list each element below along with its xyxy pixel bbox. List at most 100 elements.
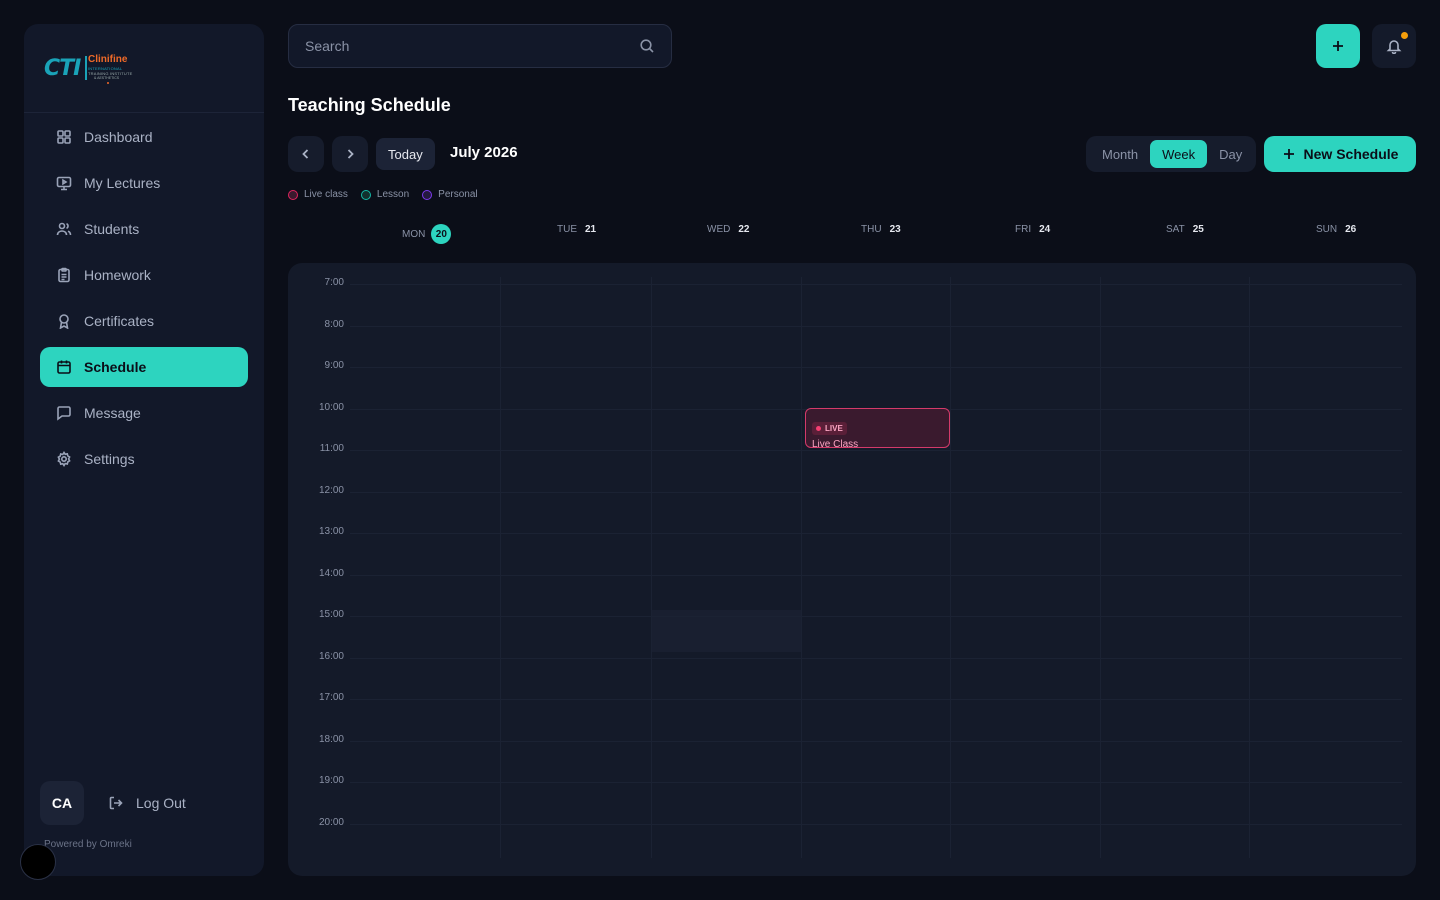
- hour-line: [350, 782, 1402, 783]
- sidebar-item-message[interactable]: Message: [40, 393, 248, 433]
- day-column-divider: [500, 277, 501, 858]
- sidebar-item-label: Students: [84, 221, 140, 237]
- legend-item: Live class: [288, 189, 348, 200]
- hour-line: [350, 574, 1402, 576]
- hour-label: 18:00: [318, 733, 344, 745]
- event-title: Live Class: [812, 438, 859, 448]
- day-of-week: SUN: [1316, 224, 1338, 235]
- hour-line: [350, 740, 1402, 742]
- sidebar-item-label: Dashboard: [84, 129, 153, 145]
- hour-line: [350, 491, 1402, 493]
- prev-week-button[interactable]: [288, 136, 324, 172]
- next-week-button[interactable]: [332, 136, 368, 172]
- hour-label: 20:00: [318, 816, 344, 828]
- hour-line: [350, 823, 1402, 825]
- legend-dot: [422, 189, 433, 200]
- hour-line: [350, 699, 1402, 700]
- sidebar-item-label: Settings: [84, 451, 135, 467]
- chevron-left-icon: [302, 149, 309, 159]
- sidebar-item-settings[interactable]: Settings: [40, 439, 248, 479]
- sidebar-item-certificates[interactable]: Certificates: [40, 301, 248, 341]
- new-schedule-button[interactable]: New Schedule: [1264, 136, 1416, 172]
- day-number: 21: [585, 224, 597, 235]
- chevron-right-icon: [347, 149, 354, 159]
- hour-label: 8:00: [324, 318, 344, 330]
- view-week-button[interactable]: Week: [1150, 140, 1208, 168]
- legend-label: Personal: [438, 189, 478, 200]
- hour-line: [350, 657, 1402, 659]
- view-day-button[interactable]: Day: [1207, 140, 1254, 168]
- sidebar-item-my-lectures[interactable]: My Lectures: [40, 163, 248, 203]
- hour-label: 15:00: [318, 609, 344, 620]
- legend: Live class Lesson Personal: [288, 189, 491, 200]
- day-of-week: TUE: [557, 224, 577, 235]
- users-icon: [56, 221, 72, 237]
- logo-name: Clinifine: [88, 54, 128, 65]
- user-row: CA Log Out: [40, 781, 186, 825]
- day-of-week: SAT: [1166, 224, 1185, 235]
- hour-label: 7:00: [324, 277, 344, 288]
- logout-label: Log Out: [136, 795, 186, 811]
- legend-label: Lesson: [376, 189, 410, 200]
- sidebar-item-students[interactable]: Students: [40, 209, 248, 249]
- avatar[interactable]: CA: [40, 781, 84, 825]
- new-schedule-label: New Schedule: [1303, 146, 1399, 162]
- live-badge: LIVE: [812, 421, 847, 435]
- day-column-divider: [950, 277, 951, 858]
- hour-line: [350, 533, 1402, 534]
- day-number: 20: [431, 224, 452, 244]
- view-month-button[interactable]: Month: [1090, 140, 1150, 168]
- monitor-play-icon: [56, 175, 72, 191]
- legend-item: Personal: [422, 189, 478, 200]
- logout-button[interactable]: Log Out: [108, 795, 186, 811]
- day-header[interactable]: FRI 24: [1015, 224, 1050, 235]
- search-input[interactable]: [305, 38, 639, 54]
- sidebar-item-label: Homework: [84, 267, 151, 283]
- hour-label: 11:00: [319, 443, 344, 454]
- logo-dot: [107, 82, 109, 84]
- day-number: 22: [738, 224, 750, 235]
- quick-add-button[interactable]: [1316, 24, 1360, 68]
- legend-dot: [360, 189, 371, 200]
- sidebar-nav: Dashboard My Lectures Students Homework …: [40, 117, 248, 485]
- day-header[interactable]: WED 22: [707, 224, 749, 235]
- day-number: 24: [1039, 224, 1051, 235]
- logo[interactable]: CTI Clinifine INTERNATIONAL TRAINING INS…: [24, 24, 264, 113]
- day-number: 26: [1345, 224, 1357, 235]
- day-header[interactable]: SUN 26: [1316, 224, 1356, 235]
- hour-label: 13:00: [318, 526, 344, 537]
- grid-icon: [56, 129, 72, 145]
- floating-action-dot[interactable]: [20, 844, 56, 880]
- sidebar-item-dashboard[interactable]: Dashboard: [40, 117, 248, 157]
- hour-label: 10:00: [318, 401, 344, 413]
- week-grid[interactable]: 7:00 8:00 9:00 10:00 11:00 12:00 13:00 14:00 15:…: [288, 263, 1416, 876]
- logo-divider: [85, 56, 87, 80]
- sidebar-item-label: My Lectures: [84, 175, 161, 191]
- sidebar-item-label: Message: [84, 405, 141, 421]
- sidebar-item-label: Schedule: [84, 359, 147, 375]
- search-icon[interactable]: [639, 38, 655, 54]
- today-button[interactable]: Today: [376, 138, 435, 170]
- calendar-icon: [56, 359, 72, 375]
- hour-line: [350, 367, 1402, 368]
- day-of-week: THU: [861, 224, 882, 235]
- sidebar: CTI Clinifine INTERNATIONAL TRAINING INS…: [24, 24, 264, 876]
- bell-icon: [1386, 40, 1402, 54]
- hour-label: 16:00: [318, 650, 344, 662]
- day-header[interactable]: SAT 25: [1166, 224, 1204, 235]
- search-box: [288, 24, 672, 68]
- day-header[interactable]: MON 20: [402, 224, 452, 244]
- gear-icon: [56, 451, 72, 467]
- day-column-divider: [801, 277, 802, 858]
- sidebar-item-schedule[interactable]: Schedule: [40, 347, 248, 387]
- day-of-week: FRI: [1015, 224, 1032, 235]
- notifications-button[interactable]: [1372, 24, 1416, 68]
- hour-label: 14:00: [318, 567, 344, 579]
- day-header[interactable]: THU 23: [861, 224, 901, 235]
- legend-label: Live class: [304, 189, 348, 200]
- event-card[interactable]: LIVE Live Class: [805, 407, 950, 448]
- logo-subtitle: & AESTHETICS: [94, 76, 120, 80]
- plus-icon: [1333, 41, 1343, 51]
- day-header[interactable]: TUE 21: [557, 224, 596, 235]
- sidebar-item-homework[interactable]: Homework: [40, 255, 248, 295]
